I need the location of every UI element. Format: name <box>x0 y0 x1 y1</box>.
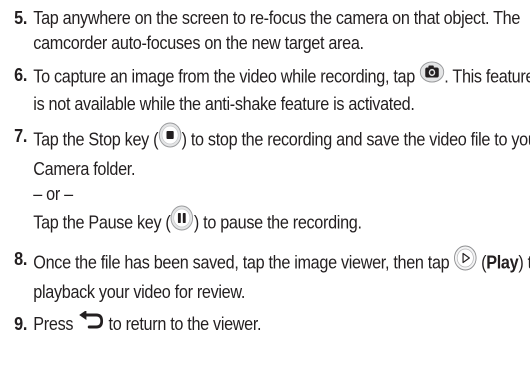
stop-icon <box>158 122 182 155</box>
step-number: 9. <box>14 314 27 334</box>
play-label-close: ) <box>518 252 524 273</box>
step-text-part: To capture an image from the video while… <box>33 66 415 87</box>
step-text-part: Tap the Stop key ( <box>33 129 159 150</box>
step-text: Tap anywhere on the screen to re-focus t… <box>33 8 521 53</box>
step-number: 6. <box>14 65 27 85</box>
step-8: 8. Once the file has been saved, tap the… <box>0 245 530 305</box>
step-text-part: Tap the Pause key ( <box>33 212 171 233</box>
step-text-part: Press <box>33 314 74 334</box>
step-text: Tap the Stop key ( ) to stop the recordi… <box>33 122 530 182</box>
step-text: To capture an image from the video while… <box>33 61 530 117</box>
or-separator: – or – <box>33 184 73 204</box>
play-icon <box>454 245 477 278</box>
step-text-part: Once the file has been saved, tap the im… <box>33 252 450 273</box>
step-text: Once the file has been saved, tap the im… <box>33 245 530 305</box>
instruction-list: 5. Tap anywhere on the screen to re-focu… <box>0 6 530 338</box>
pause-icon <box>170 205 194 238</box>
back-arrow-icon <box>77 309 104 336</box>
step-text: Press to return to the viewer. <box>33 309 530 338</box>
step-text-part: ) to pause the recording. <box>193 212 362 233</box>
step-number: 5. <box>14 8 27 28</box>
step-5: 5. Tap anywhere on the screen to re-focu… <box>0 6 530 56</box>
step-number: 7. <box>14 126 27 146</box>
step-text: Tap the Pause key ( ) to pause the recor… <box>33 205 530 240</box>
step-text-part: . <box>444 66 449 87</box>
step-text-part: to return to the viewer. <box>108 314 262 334</box>
step-6: 6. To capture an image from the video wh… <box>0 61 530 117</box>
step-number: 8. <box>14 249 27 269</box>
step-9: 9. Press to return to the viewer. <box>0 309 530 338</box>
step-7: 7. Tap the Stop key ( ) to stop the reco… <box>0 122 530 240</box>
camera-icon <box>419 61 444 90</box>
play-label: Play <box>486 252 519 273</box>
